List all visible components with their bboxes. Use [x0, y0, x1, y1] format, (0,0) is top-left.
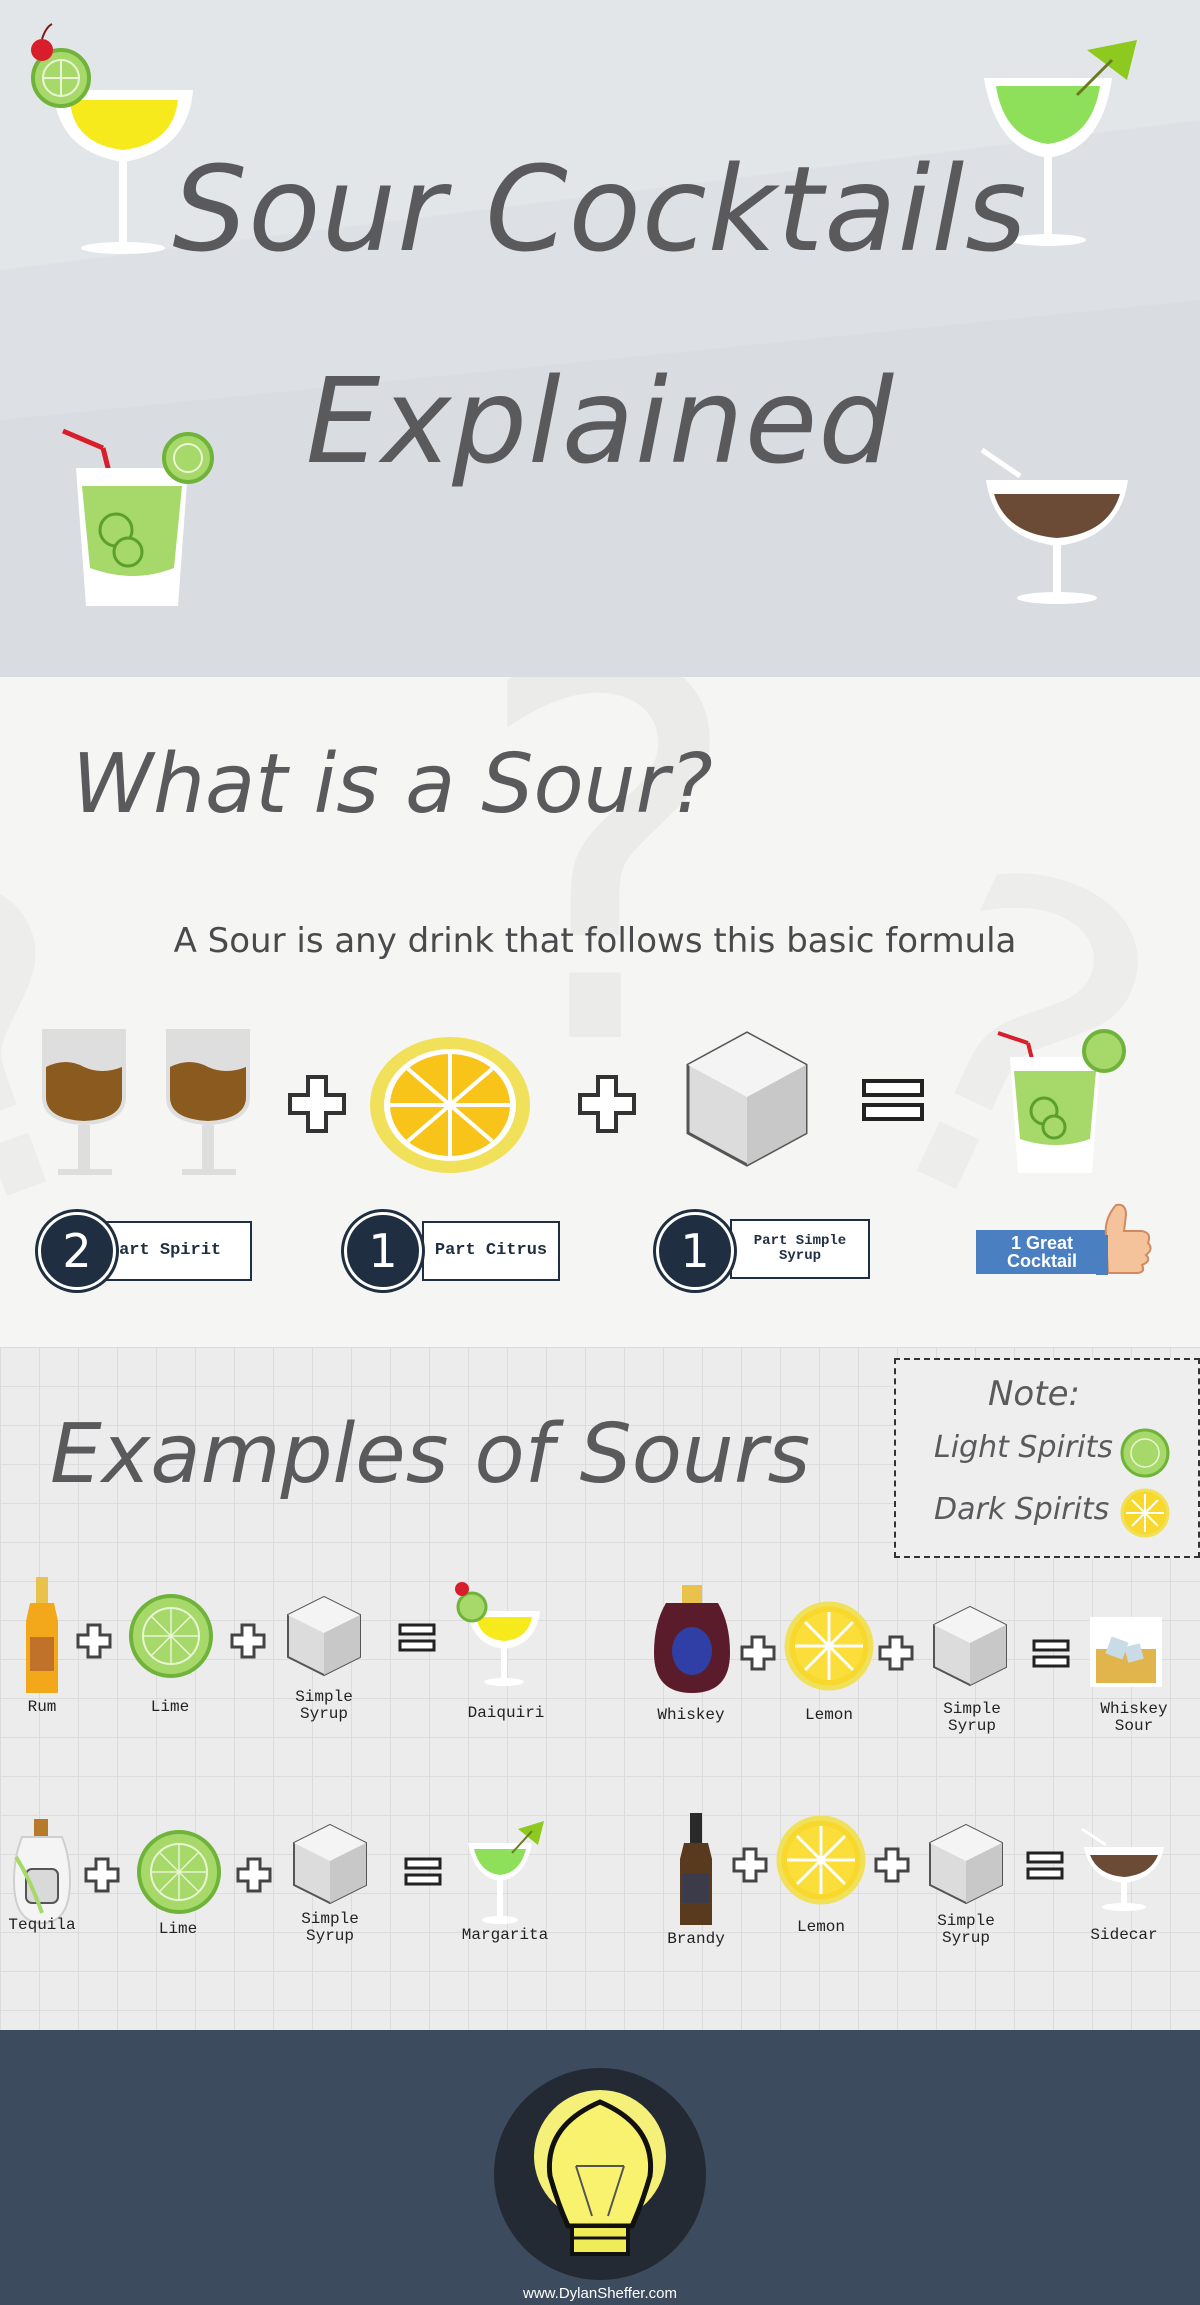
lime-icon	[129, 1594, 213, 1678]
equals-icon	[1026, 1851, 1064, 1880]
lemon-icon	[784, 1601, 874, 1691]
daiquiri-glass-icon	[455, 1582, 540, 1686]
margarita-glass-icon	[468, 1821, 544, 1924]
plus-icon	[578, 1075, 636, 1133]
badge-number-spirit: 2	[38, 1212, 116, 1290]
label-whiskey-sour: Whiskey Sour	[1100, 1700, 1168, 1735]
equals-icon	[398, 1623, 436, 1652]
brandy-bottle-icon	[680, 1813, 712, 1925]
title-line-1: Sour Cocktails	[172, 140, 1028, 278]
what-is-a-sour-section: ? ? ? What is a Sour? A Sour is any drin…	[0, 677, 1200, 1347]
sugar-cube-icon	[929, 1823, 1003, 1905]
examples-heading: Examples of Sours	[50, 1407, 811, 1502]
whiskey-bottle-icon	[654, 1585, 730, 1693]
equals-icon	[404, 1857, 442, 1886]
great-cocktail-banner: 1 Great Cocktail	[976, 1230, 1108, 1274]
formula-subtitle: A Sour is any drink that follows this ba…	[173, 921, 1017, 961]
what-heading: What is a Sour?	[72, 737, 713, 832]
sidecar-glass-icon	[1081, 1827, 1164, 1911]
examples-section: Examples of Sours Note: Light Spirits = …	[0, 1347, 1200, 2030]
label-daiquiri: Daiquiri	[467, 1704, 545, 1722]
badge-number-citrus: 1	[344, 1212, 422, 1290]
footer-section: www.DylanSheffer.com	[0, 2030, 1200, 2305]
lime-icon	[137, 1830, 221, 1914]
label-lemon: Lemon	[796, 1918, 845, 1936]
sugar-cube-icon	[933, 1605, 1007, 1687]
tequila-bottle-icon	[12, 1819, 72, 1925]
label-simple-syrup: Simple Syrup	[295, 1688, 353, 1723]
note-dark-spirits: Dark Spirits =	[934, 1492, 1144, 1527]
label-sidecar: Sidecar	[1090, 1926, 1158, 1944]
sugar-cube-icon	[293, 1823, 367, 1905]
spirit-glass-icon	[42, 1029, 126, 1175]
label-simple-syrup: Simple Syrup	[943, 1700, 1001, 1735]
badge-part-citrus: Part Citrus	[422, 1221, 560, 1281]
plus-icon	[230, 1623, 266, 1659]
plus-icon	[878, 1635, 914, 1671]
label-whiskey: Whiskey	[657, 1706, 725, 1724]
label-lime: Lime	[158, 1920, 198, 1938]
rum-bottle-icon	[26, 1577, 58, 1693]
note-box: Note: Light Spirits = Dark Spirits =	[894, 1358, 1200, 1558]
equals-icon	[862, 1079, 924, 1121]
note-title: Note:	[988, 1374, 1080, 1414]
result-cocktail-icon	[997, 1029, 1126, 1173]
plus-icon	[288, 1075, 346, 1133]
plus-icon	[84, 1857, 120, 1893]
label-simple-syrup: Simple Syrup	[301, 1910, 359, 1945]
badge-number-syrup: 1	[656, 1212, 734, 1290]
badge-part-syrup: Part Simple Syrup	[730, 1219, 870, 1279]
thumbs-up-icon	[1096, 1203, 1152, 1275]
plus-icon	[874, 1847, 910, 1883]
title-line-2: Explained	[305, 352, 895, 490]
lemon-icon	[776, 1815, 866, 1905]
label-margarita: Margarita	[461, 1926, 549, 1944]
label-lime: Lime	[150, 1698, 190, 1716]
plus-icon	[236, 1857, 272, 1893]
sugar-cube-icon	[287, 1595, 361, 1677]
note-light-spirits: Light Spirits =	[934, 1430, 1148, 1465]
plus-icon	[76, 1623, 112, 1659]
sugar-cube-icon	[686, 1031, 808, 1167]
label-rum: Rum	[27, 1698, 57, 1716]
lightbulb-icon	[494, 2068, 706, 2280]
label-simple-syrup: Simple Syrup	[937, 1912, 995, 1947]
lemon-icon	[1120, 1488, 1170, 1538]
lemon-slice-icon	[370, 1037, 530, 1173]
label-lemon: Lemon	[804, 1706, 853, 1724]
lime-icon	[1120, 1428, 1170, 1478]
plus-icon	[740, 1635, 776, 1671]
footer-url-link[interactable]: www.DylanSheffer.com	[0, 2285, 1200, 2302]
whiskey-sour-glass-icon	[1090, 1617, 1162, 1687]
equals-icon	[1032, 1639, 1070, 1668]
spirit-glass-icon	[166, 1029, 250, 1175]
plus-icon	[732, 1847, 768, 1883]
label-tequila: Tequila	[8, 1916, 76, 1934]
label-brandy: Brandy	[667, 1930, 725, 1948]
header-section: Sour Cocktails Explained	[0, 0, 1200, 677]
